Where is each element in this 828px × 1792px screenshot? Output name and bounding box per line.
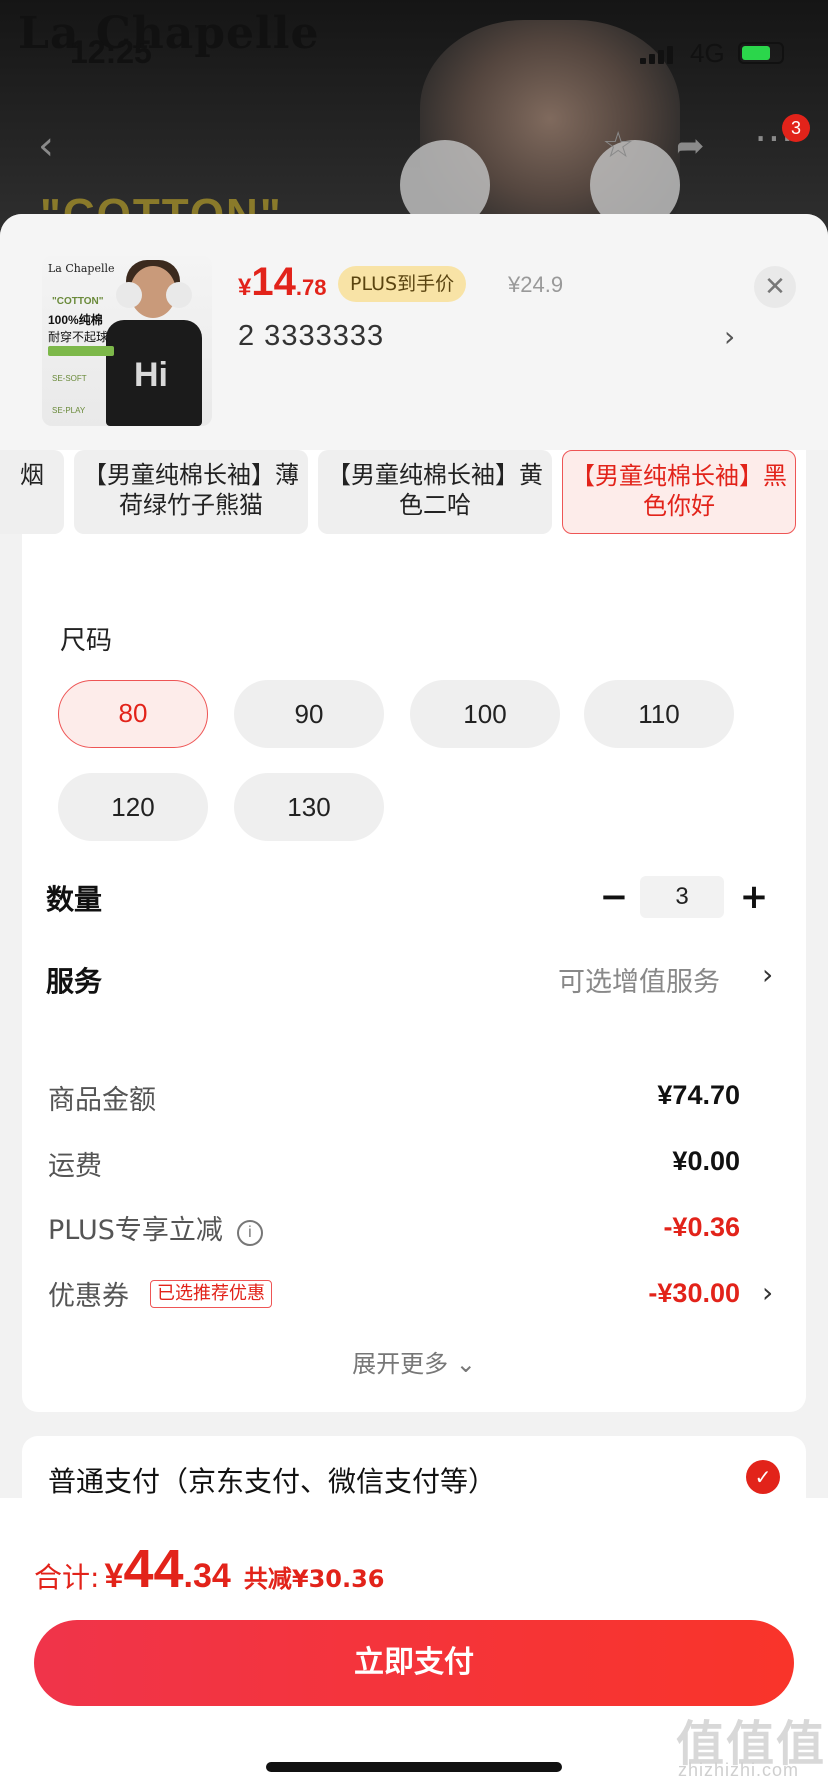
plus-price: ¥14.78: [238, 260, 327, 304]
thumb-green-tag: [48, 346, 114, 356]
size-option-80[interactable]: 80: [58, 680, 208, 748]
quantity-plus-button[interactable]: +: [734, 878, 774, 918]
color-variant-row[interactable]: 烟 【男童纯棉长袖】薄荷绿竹子熊猫 【男童纯棉长袖】黄色二哈 【男童纯棉长袖】黑…: [0, 450, 828, 534]
product-thumbnail[interactable]: La Chapelle Hi "COTTON" 100%纯棉 耐穿不起球 SE-…: [42, 256, 212, 426]
coupon-value[interactable]: -¥30.00: [648, 1278, 740, 1309]
size-option-120[interactable]: 120: [58, 773, 208, 841]
thumb-feature1: SE-SOFT: [52, 374, 87, 383]
plus-price-tag: PLUS到手价: [338, 266, 467, 302]
service-label: 服务: [46, 965, 103, 998]
size-title: 尺码: [60, 626, 113, 656]
thumb-line2: 耐穿不起球: [48, 330, 109, 344]
color-chip[interactable]: 【男童纯棉长袖】薄荷绿竹子熊猫: [74, 450, 308, 534]
expand-more-button[interactable]: 展开更多 ⌄: [22, 1344, 806, 1379]
selected-spec[interactable]: 2 3333333: [238, 320, 384, 353]
thumb-brand: La Chapelle: [48, 262, 115, 275]
plus-discount-value: -¥0.36: [663, 1212, 740, 1242]
payment-method-label: 普通支付（京东支付、微信支付等）: [48, 1465, 497, 1498]
pay-now-button[interactable]: 立即支付: [34, 1620, 794, 1706]
price-summary-card: 商品金额 ¥74.70 运费 ¥0.00 PLUS专享立减 i -¥0.36 优惠…: [22, 1050, 806, 1412]
checkout-bar: 合计: ¥44.34 共减¥30.36 立即支付 值值值 zhizhizhi.c…: [0, 1498, 828, 1792]
thumb-cotton: "COTTON": [52, 296, 104, 307]
plus-discount-row: PLUS专享立减 i: [48, 1208, 263, 1247]
share-icon[interactable]: ➦: [676, 126, 705, 166]
chevron-right-icon[interactable]: ›: [762, 1276, 773, 1309]
coupon-tag: 已选推荐优惠: [150, 1280, 272, 1308]
size-option-90[interactable]: 90: [234, 680, 384, 748]
info-icon[interactable]: i: [236, 1220, 263, 1246]
favorite-icon[interactable]: ☆: [602, 126, 634, 166]
original-price: ¥24.9: [508, 272, 564, 297]
signal-icon: [640, 44, 676, 64]
product-header: La Chapelle Hi "COTTON" 100%纯棉 耐穿不起球 SE-…: [0, 214, 828, 450]
check-icon[interactable]: ✓: [746, 1460, 780, 1494]
close-icon[interactable]: ✕: [754, 266, 796, 308]
total-amount: 合计: ¥44.34 共减¥30.36: [34, 1539, 385, 1599]
service-hint[interactable]: 可选增值服务: [558, 960, 720, 999]
thumb-shirt-print: Hi: [134, 356, 168, 394]
shipping-label: 运费: [48, 1151, 102, 1182]
size-option-100[interactable]: 100: [410, 680, 560, 748]
size-option-130[interactable]: 130: [234, 773, 384, 841]
goods-amount-value: ¥74.70: [657, 1080, 740, 1110]
thumb-line1: 100%纯棉: [48, 313, 103, 327]
chevron-down-icon: ⌄: [448, 1350, 476, 1378]
battery-icon: [738, 42, 784, 64]
thumb-earmuff-right: [166, 282, 192, 308]
color-chip[interactable]: 【男童纯棉长袖】黄色二哈: [318, 450, 552, 534]
quantity-input[interactable]: 3: [640, 876, 724, 918]
color-chip[interactable]: 烟: [0, 450, 64, 534]
watermark-url: zhizhizhi.com: [678, 1760, 800, 1780]
quantity-minus-button[interactable]: −: [594, 878, 634, 918]
network-type: 4G: [690, 38, 725, 68]
status-bar: 12:25 4G: [0, 0, 828, 100]
chevron-right-icon[interactable]: ›: [762, 958, 773, 991]
home-indicator: [266, 1762, 562, 1772]
cart-count-badge: 3: [782, 114, 810, 142]
goods-amount-label: 商品金额: [48, 1085, 156, 1116]
quantity-label: 数量: [46, 883, 103, 916]
thumb-earmuff-left: [116, 282, 142, 308]
total-saved: 共减¥30.36: [243, 1565, 385, 1593]
thumb-feature2: SE-PLAY: [52, 406, 86, 415]
back-icon[interactable]: ‹: [38, 126, 54, 166]
status-time: 12:25: [70, 34, 152, 70]
size-option-110[interactable]: 110: [584, 680, 734, 748]
chevron-right-icon[interactable]: ›: [724, 320, 735, 353]
coupon-label: 优惠券: [48, 1281, 129, 1312]
plus-discount-label: PLUS专享立减: [48, 1215, 223, 1246]
shipping-value: ¥0.00: [672, 1146, 740, 1176]
color-chip-selected[interactable]: 【男童纯棉长袖】黑色你好: [562, 450, 796, 534]
